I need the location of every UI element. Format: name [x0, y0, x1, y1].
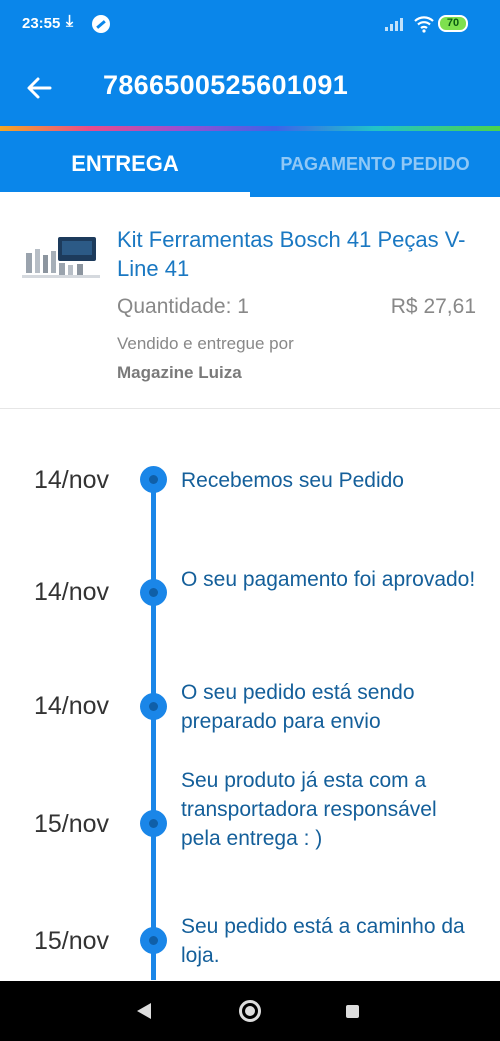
battery-icon: 70	[438, 15, 468, 32]
product-card[interactable]: Kit Ferramentas Bosch 41 Peças V-Line 41…	[0, 197, 500, 409]
tab-pagamento-pedido[interactable]: PAGAMENTO PEDIDO	[250, 131, 500, 197]
download-icon: ⤓	[66, 13, 74, 30]
step-date: 15/nov	[34, 810, 110, 838]
step-date: 14/nov	[34, 466, 110, 494]
product-price: R$ 27,61	[390, 295, 476, 318]
timeline-dot-icon	[140, 693, 167, 720]
app-notification-icon	[92, 15, 110, 33]
signal-icon	[385, 17, 405, 31]
status-time: 23:55	[22, 15, 61, 32]
wifi-icon	[414, 16, 434, 33]
status-bar: 23:55 ⤓ 70	[0, 0, 500, 52]
timeline-dot-icon	[140, 927, 167, 954]
tab-bar: ENTREGA PAGAMENTO PEDIDO	[0, 131, 500, 197]
timeline-line	[151, 480, 156, 980]
product-thumbnail	[22, 237, 100, 278]
step-date: 14/nov	[34, 578, 110, 606]
timeline-dot-icon	[140, 810, 167, 837]
app-toolbar: 7866500525601091	[0, 52, 500, 126]
product-title[interactable]: Kit Ferramentas Bosch 41 Peças V-Line 41	[117, 225, 487, 283]
step-text: Seu produto já esta com a transportadora…	[181, 769, 437, 850]
seller-name: Magazine Luiza	[117, 363, 242, 382]
sold-by-label: Vendido e entregue por	[117, 334, 294, 353]
step-text: Recebemos seu Pedido	[181, 469, 404, 492]
product-quantity: Quantidade: 1	[117, 295, 249, 318]
system-nav-bar	[0, 981, 500, 1041]
tab-entrega[interactable]: ENTREGA	[0, 131, 250, 197]
back-arrow-icon[interactable]	[22, 70, 58, 106]
nav-recents-icon[interactable]	[346, 1005, 359, 1018]
nav-home-icon[interactable]	[239, 1000, 261, 1022]
step-text: O seu pagamento foi aprovado!	[181, 568, 476, 591]
nav-back-icon[interactable]	[137, 1003, 151, 1019]
step-date: 14/nov	[34, 692, 110, 720]
step-text: Seu pedido está a caminho da loja.	[181, 915, 465, 967]
timeline-dot-icon	[140, 579, 167, 606]
step-text: O seu pedido está sendo preparado para e…	[181, 681, 415, 733]
order-id-title: 7866500525601091	[103, 70, 349, 100]
step-date: 15/nov	[34, 927, 110, 955]
timeline-dot-icon	[140, 466, 167, 493]
